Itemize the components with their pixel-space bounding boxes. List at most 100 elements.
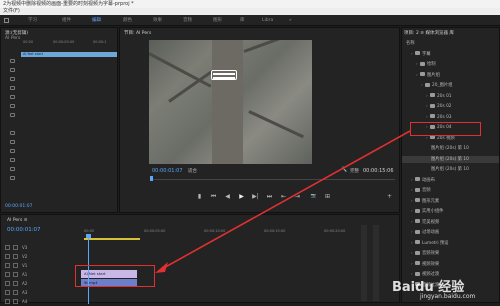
track-header[interactable]: A2 [5, 279, 75, 288]
project-item[interactable]: › 音频 [402, 187, 499, 194]
add-button-icon[interactable]: + [386, 193, 393, 200]
project-item[interactable]: 名称 [402, 40, 499, 47]
wrench-icon[interactable]: 🔧 [341, 167, 347, 173]
program-timecode[interactable]: 00:00:01:07 [152, 168, 183, 174]
position-icon[interactable] [10, 68, 15, 72]
project-item[interactable]: › 20_图片组 [402, 82, 499, 89]
project-item[interactable]: › 绘制 [402, 61, 499, 68]
track-header[interactable]: V3 [5, 243, 75, 252]
anchor-icon[interactable] [10, 95, 15, 99]
timeline-title[interactable]: AI Pers ≡ [7, 218, 28, 223]
track-toggle-icon[interactable] [13, 281, 18, 286]
project-item-selected[interactable]: 图片组 (20s) 第 10 [402, 155, 499, 163]
opacity-icon[interactable] [10, 104, 15, 108]
keyframe-icon[interactable] [10, 176, 15, 180]
program-playhead[interactable] [150, 176, 153, 181]
track-toggle-icon[interactable] [13, 290, 18, 295]
track-toggle-icon[interactable] [5, 290, 10, 295]
track-header[interactable]: V1 [5, 261, 75, 270]
source-timecode[interactable]: 00:00:01:07 [5, 204, 32, 209]
rotation-icon[interactable] [10, 86, 15, 90]
timeline-ruler[interactable]: 00:00 00:00:05:00 00:00:10:00 00:00:15:0… [84, 229, 384, 237]
extract-icon[interactable]: ⇥ [294, 193, 301, 200]
go-to-in-icon[interactable]: ⏮ [210, 193, 217, 200]
keyframe-icon[interactable] [10, 140, 15, 144]
workspace-library[interactable]: 库 [240, 15, 245, 26]
play-icon[interactable]: ▶ [238, 193, 245, 200]
timeline-ruler-label: 00:00:20:00 [324, 229, 346, 233]
project-item[interactable]: › 图片组 [402, 72, 499, 79]
track-toggle-icon[interactable] [13, 272, 18, 277]
lift-icon[interactable]: ⇤ [280, 193, 287, 200]
project-item[interactable]: › 完美视频 [402, 219, 499, 226]
workspace-assembly[interactable]: 组件 [62, 15, 71, 26]
workspace-effects[interactable]: 效果 [153, 15, 162, 26]
work-area-bar[interactable] [84, 238, 140, 240]
project-item[interactable]: › 过场动画 [402, 229, 499, 236]
settings-icon[interactable]: ⊞ [324, 193, 331, 200]
project-item[interactable]: › 字幕 [402, 51, 499, 58]
project-item-label: 实用小组件 [422, 209, 444, 214]
folder-icon [425, 82, 430, 87]
step-forward-icon[interactable]: ▶| [252, 193, 259, 200]
keyframe-icon[interactable] [10, 167, 15, 171]
workspace-learn[interactable]: 学习 [28, 15, 37, 26]
motion-icon[interactable] [10, 59, 15, 63]
track-header[interactable]: A4 [5, 297, 75, 306]
menu-bar[interactable]: 文件(F) [0, 8, 500, 15]
zoom-select[interactable]: 适合 [188, 168, 197, 174]
track-toggle-icon[interactable] [13, 254, 18, 259]
resolution-select[interactable]: 完整 [350, 168, 359, 174]
mask-icon[interactable] [10, 113, 15, 117]
step-back-icon[interactable]: ◀ [224, 193, 231, 200]
track-toggle-icon[interactable] [13, 245, 18, 250]
project-item[interactable]: › Lumetri 预设 [402, 240, 499, 247]
workspace-audio[interactable]: 音频 [183, 15, 192, 26]
timeline-timecode[interactable]: 00:00:01:07 [7, 227, 41, 233]
track-header[interactable]: A3 [5, 288, 75, 297]
video-frame[interactable] [149, 40, 312, 164]
project-item[interactable]: › 20s 03 [402, 114, 499, 121]
camera-icon[interactable]: 📷 [310, 193, 317, 200]
track-toggle-icon[interactable] [13, 263, 18, 268]
project-item[interactable]: › 20s 02 [402, 103, 499, 110]
keyframe-icon[interactable] [10, 131, 15, 135]
keyframe-icon[interactable] [10, 149, 15, 153]
track-toggle-icon[interactable] [5, 272, 10, 277]
project-item[interactable]: › 20s 01 [402, 93, 499, 100]
workspace-color[interactable]: 颜色 [123, 15, 132, 26]
project-item-label: 音频 [422, 188, 431, 193]
project-item[interactable]: › 音频效果 [402, 250, 499, 257]
project-item[interactable]: › 实用小组件 [402, 208, 499, 215]
workspace-editing[interactable]: 编辑 [92, 15, 101, 26]
project-item[interactable]: 图片组 (20s) 第 10 [402, 166, 499, 173]
track-header[interactable]: A1 [5, 270, 75, 279]
track-toggle-icon[interactable] [5, 281, 10, 286]
track-header[interactable]: V2 [5, 252, 75, 261]
scale-icon[interactable] [10, 77, 15, 81]
track-toggle-icon[interactable] [13, 299, 18, 304]
keyframe-icon[interactable] [10, 158, 15, 162]
project-item[interactable]: › 图形元素 [402, 198, 499, 205]
workspace-graphics[interactable]: 图形 [213, 15, 222, 26]
tree-branch [243, 40, 311, 53]
project-item[interactable]: › 动画布 [402, 177, 499, 184]
track-label: V1 [22, 263, 28, 268]
source-ruler[interactable]: 00:00 00:00:05:00 00:00:1 [21, 40, 117, 48]
project-item-label: 过场动画 [422, 230, 440, 235]
project-tabs[interactable]: 项目: 2 ≡ 媒体浏览器 库 [404, 30, 454, 36]
home-icon[interactable] [4, 18, 9, 23]
go-to-out-icon[interactable]: ⏭ [266, 193, 273, 200]
marker-icon[interactable]: ▮ [196, 193, 203, 200]
project-item[interactable]: › 视频效果 [402, 261, 499, 268]
workspace-more[interactable]: » [289, 15, 292, 26]
track-toggle-icon[interactable] [5, 263, 10, 268]
project-item[interactable]: 图片组 (20s) 第 10 [402, 145, 499, 152]
program-scrubber[interactable] [150, 179, 395, 180]
timeline-ruler-label: 00:00:10:00 [204, 229, 226, 233]
track-toggle-icon[interactable] [5, 254, 10, 259]
track-toggle-icon[interactable] [5, 245, 10, 250]
track-toggle-icon[interactable] [5, 299, 10, 304]
workspace-bar: 学习 组件 编辑 颜色 效果 音频 图形 库 Libra » [0, 15, 500, 26]
workspace-libraries[interactable]: Libra [262, 15, 273, 26]
